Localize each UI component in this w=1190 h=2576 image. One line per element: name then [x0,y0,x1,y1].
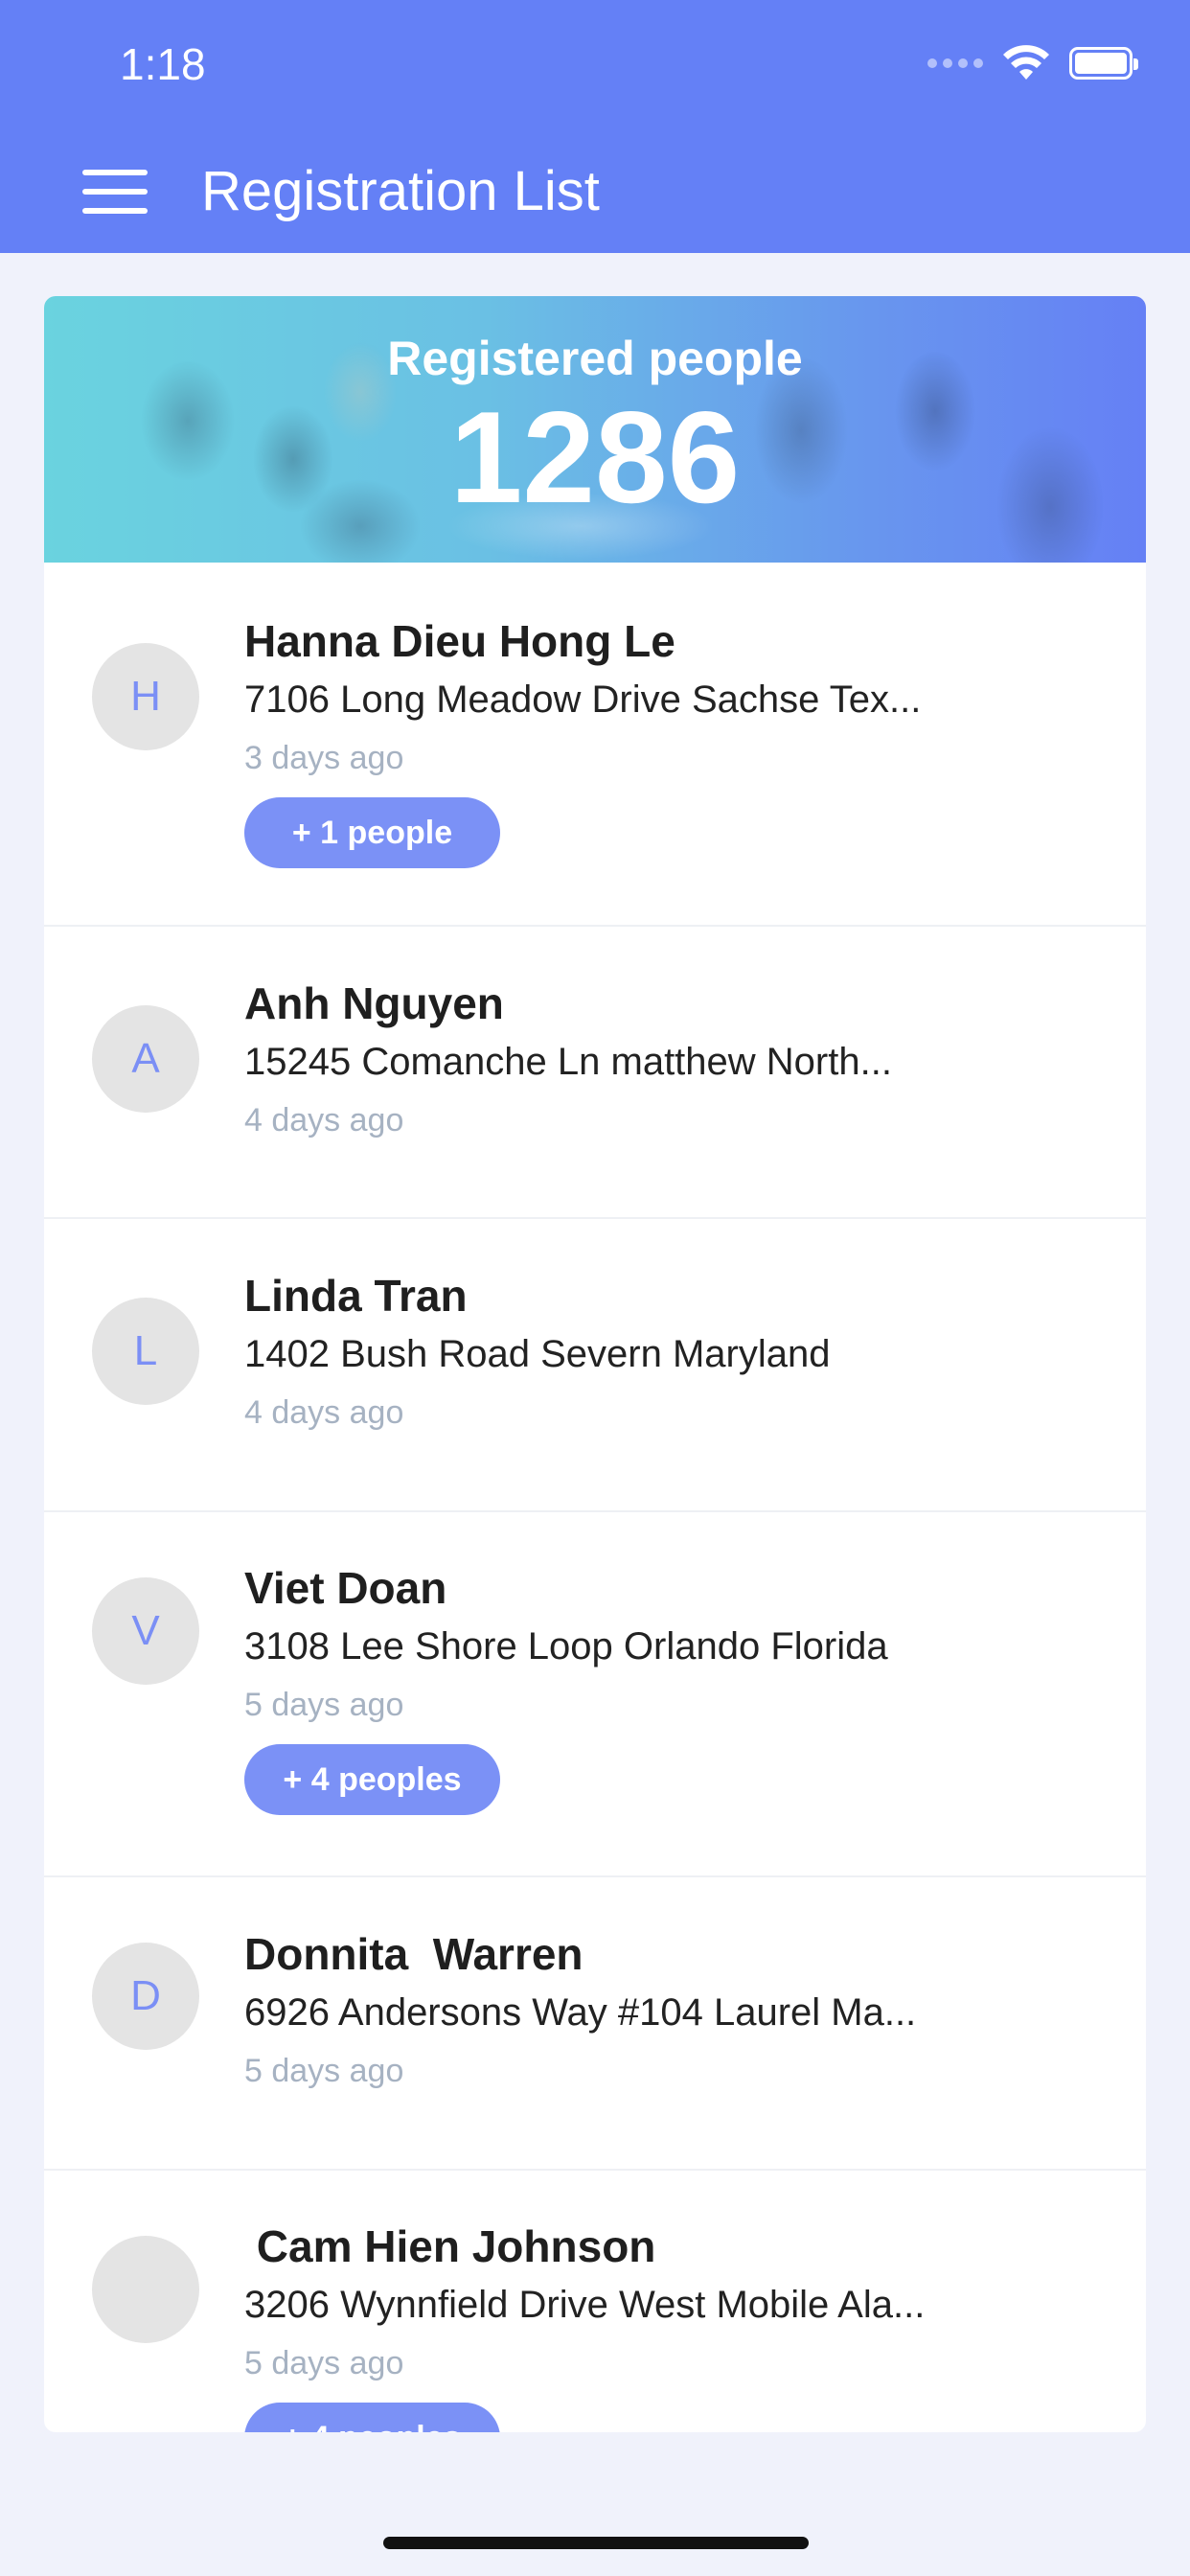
registration-time: 4 days ago [244,1394,404,1431]
registration-card: Registered people 1286 H Hanna Dieu Hong… [44,296,1146,2432]
registration-time: 5 days ago [244,2345,404,2381]
registrant-name: Donnita Warren [244,1929,584,1979]
registrant-address: 15245 Comanche Ln matthew North... [244,1041,892,1083]
list-item[interactable]: A Anh Nguyen 15245 Comanche Ln matthew N… [44,927,1146,1219]
list-item[interactable]: Cam Hien Johnson 3206 Wynnfield Drive We… [44,2171,1146,2432]
registrant-name: Hanna Dieu Hong Le [244,616,675,666]
cellular-signal-icon [927,58,983,68]
status-bar: 1:18 [0,0,1190,134]
extra-people-badge[interactable]: + 1 people [244,797,500,868]
status-icons [927,44,1138,82]
app-bar: Registration List [0,134,1190,253]
battery-icon [1069,47,1138,80]
avatar: A [92,1005,199,1113]
registrant-address: 1402 Bush Road Severn Maryland [244,1333,831,1375]
registration-time: 5 days ago [244,2053,404,2089]
avatar: V [92,1577,199,1685]
page-title: Registration List [201,160,600,222]
wifi-icon [1003,45,1049,80]
status-time: 1:18 [120,39,206,89]
avatar: L [92,1298,199,1405]
registration-time: 3 days ago [244,740,404,776]
registrant-name: Viet Doan [244,1563,447,1613]
extra-people-badge[interactable]: + 4 peoples [244,2403,500,2432]
registrant-name: Linda Tran [244,1271,468,1321]
registration-time: 5 days ago [244,1687,404,1723]
hamburger-menu-icon[interactable] [82,170,148,214]
avatar [92,2236,199,2343]
registered-label: Registered people [387,332,803,385]
registered-banner: Registered people 1286 [44,296,1146,563]
registrant-address: 7106 Long Meadow Drive Sachse Tex... [244,678,922,721]
list-item[interactable]: V Viet Doan 3108 Lee Shore Loop Orlando … [44,1512,1146,1877]
avatar: H [92,643,199,750]
registered-count: 1286 [449,384,741,530]
registration-time: 4 days ago [244,1102,404,1138]
registrant-name: Cam Hien Johnson [244,2221,656,2271]
registrant-address: 6926 Andersons Way #104 Laurel Ma... [244,1991,917,2034]
registrant-address: 3108 Lee Shore Loop Orlando Florida [244,1625,888,1668]
list-item[interactable]: H Hanna Dieu Hong Le 7106 Long Meadow Dr… [44,563,1146,927]
list-item[interactable]: D Donnita Warren 6926 Andersons Way #104… [44,1877,1146,2171]
home-indicator[interactable] [383,2537,809,2549]
extra-people-badge[interactable]: + 4 peoples [244,1744,500,1815]
registrant-address: 3206 Wynnfield Drive West Mobile Ala... [244,2284,926,2326]
list-item[interactable]: L Linda Tran 1402 Bush Road Severn Maryl… [44,1219,1146,1512]
registrant-name: Anh Nguyen [244,978,504,1028]
avatar: D [92,1943,199,2050]
